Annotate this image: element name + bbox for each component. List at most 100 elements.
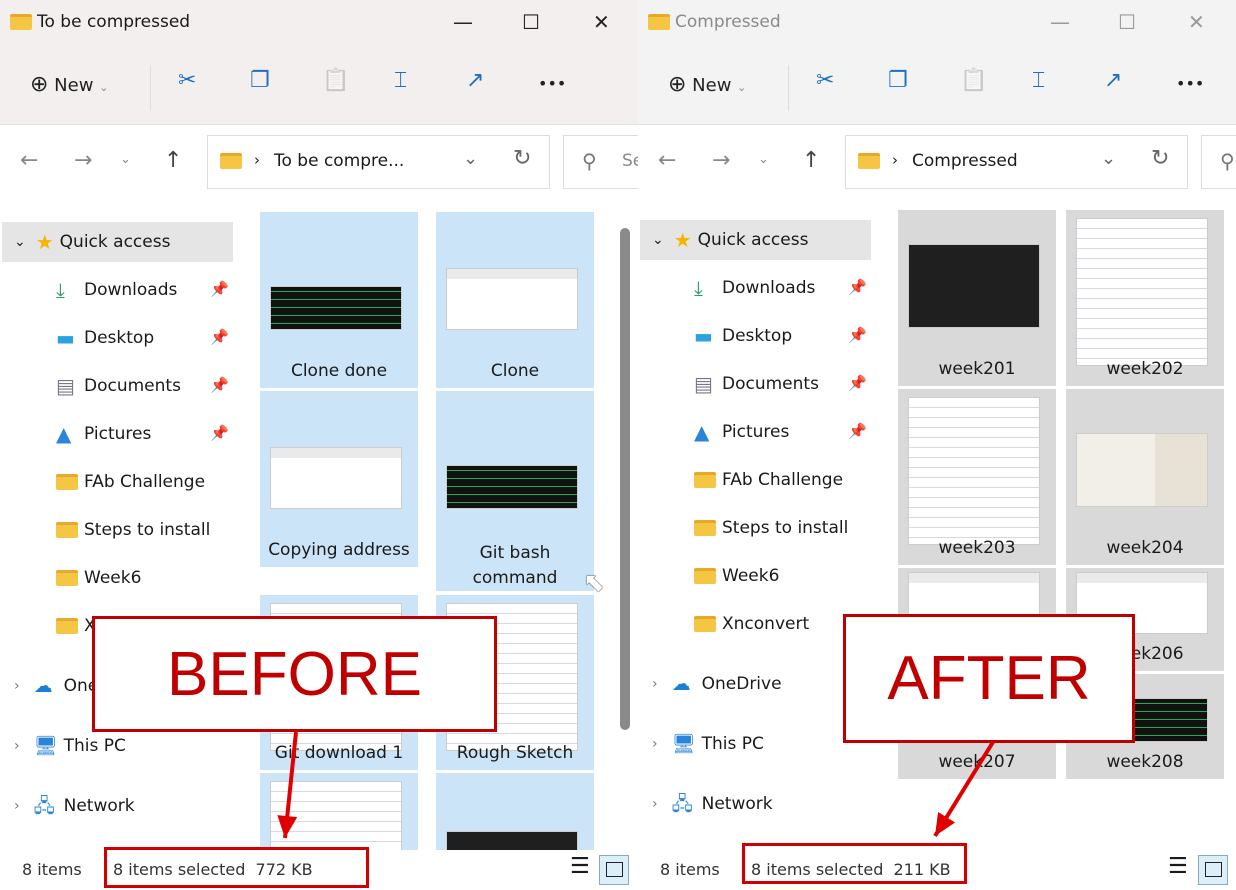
share-icon: ↗	[1104, 68, 1123, 93]
address-bar[interactable]: › To be compre... ⌄ ↻	[207, 135, 550, 189]
share-button[interactable]: ↗	[466, 68, 484, 93]
nav-folder-3[interactable]: Xnconvert	[694, 604, 809, 644]
vertical-scrollbar[interactable]	[620, 228, 630, 730]
nav-label: Network	[701, 794, 773, 814]
details-view-button[interactable]: ☰	[570, 854, 590, 879]
folder-icon	[56, 618, 78, 634]
file-name: week202	[1106, 359, 1184, 379]
refresh-icon[interactable]: ↻	[513, 146, 531, 171]
download-icon: ⤓	[694, 276, 703, 300]
nav-quick-access[interactable]: ⌄ ★ Quick access	[640, 220, 871, 260]
tiles-view-button[interactable]	[1198, 855, 1228, 885]
desktop-icon: ▬	[694, 324, 713, 348]
refresh-icon[interactable]: ↻	[1151, 146, 1169, 171]
details-view-button[interactable]: ☰	[1168, 854, 1188, 879]
nav-label: Documents	[84, 376, 181, 396]
nav-desktop[interactable]: ▬ Desktop	[694, 316, 792, 356]
desktop-icon: ▬	[56, 326, 75, 350]
file-tile[interactable]: Git bash command	[436, 391, 594, 591]
file-name: Git bash command	[472, 543, 558, 588]
nav-onedrive[interactable]: › ☁ OneDrive	[652, 664, 782, 704]
star-icon: ★	[35, 230, 54, 254]
nav-network[interactable]: › 🖧 Network	[14, 786, 135, 826]
file-tile[interactable]	[436, 773, 594, 890]
search-box[interactable]: ⚲	[1201, 135, 1236, 189]
file-tile[interactable]: week202	[1066, 210, 1224, 386]
nav-label: Steps to install	[84, 520, 211, 540]
nav-folder-2[interactable]: Week6	[694, 556, 779, 596]
thumbnail-screenshot	[270, 447, 402, 509]
share-button[interactable]: ↗	[1104, 68, 1122, 93]
nav-documents[interactable]: ▤ Documents	[56, 366, 181, 406]
nav-network[interactable]: › 🖧 Network	[652, 784, 773, 824]
pin-icon: 📌	[210, 376, 229, 394]
nav-label: Documents	[722, 374, 819, 394]
file-tile[interactable]: Copying address	[260, 391, 418, 567]
more-button[interactable]: •••	[1176, 74, 1204, 93]
rename-icon: ⌶	[394, 68, 408, 93]
file-tile[interactable]: week204	[1066, 389, 1224, 565]
nav-folder-1[interactable]: Steps to install	[694, 508, 848, 548]
copy-button[interactable]: ❐	[250, 68, 270, 93]
nav-label: FAb Challenge	[84, 472, 206, 492]
nav-downloads[interactable]: ⤓ Downloads	[56, 270, 177, 310]
documents-icon: ▤	[694, 372, 713, 396]
file-tile[interactable]	[260, 773, 418, 890]
close-button[interactable]: ✕	[593, 10, 610, 34]
minimize-button[interactable]: —	[453, 10, 473, 34]
thumbnail-sketch	[908, 397, 1040, 545]
navigation-pane: ⌄ ★ Quick access ⤓ Downloads 📌 ▬ Desktop 📌 ▤ Docum…	[638, 0, 873, 850]
pin-icon: 📌	[210, 280, 229, 298]
search-box[interactable]: ⚲ Se	[563, 135, 638, 189]
file-name: week204	[1106, 538, 1184, 558]
file-tile[interactable]: week201	[898, 210, 1056, 386]
mouse-cursor-icon: ⬉	[583, 568, 605, 598]
rename-button[interactable]: ⌶	[394, 68, 407, 93]
paste-button[interactable]: 📋	[960, 68, 987, 93]
address-bar[interactable]: › Compressed ⌄ ↻	[845, 135, 1188, 189]
nav-this-pc[interactable]: › 🖥 This PC	[14, 726, 126, 766]
more-button[interactable]: •••	[538, 74, 566, 93]
minimize-button[interactable]: —	[1050, 10, 1070, 34]
pin-icon: 📌	[848, 326, 867, 344]
address-dropdown-icon[interactable]: ⌄	[463, 148, 478, 169]
paste-button[interactable]: 📋	[322, 68, 349, 93]
folder-icon	[56, 474, 78, 490]
list-icon: ☰	[570, 854, 590, 879]
file-name: Git download 1	[274, 743, 404, 763]
rename-button[interactable]: ⌶	[1032, 68, 1045, 93]
explorer-window-left: To be compressed — ☐ ✕ ⊕ New ⌄ ✂ ❐ 📋 ⌶ ↗ ••• ← → ⌄ ↑ › T…	[0, 0, 638, 890]
nav-folder-2[interactable]: Week6	[56, 558, 141, 598]
maximize-button[interactable]: ☐	[1118, 10, 1136, 34]
nav-documents[interactable]: ▤ Documents	[694, 364, 819, 404]
nav-folder-0[interactable]: FAb Challenge	[694, 460, 843, 500]
close-button[interactable]: ✕	[1188, 10, 1205, 34]
rename-icon: ⌶	[1032, 68, 1046, 93]
thumbnail-terminal	[270, 286, 402, 330]
address-dropdown-icon[interactable]: ⌄	[1101, 148, 1116, 169]
nav-label: Xnconvert	[722, 614, 810, 634]
nav-label: OneDrive	[701, 674, 782, 694]
nav-label: Network	[63, 796, 135, 816]
breadcrumb-chevron-icon: ›	[892, 151, 898, 169]
nav-label: Quick access	[59, 232, 171, 252]
search-icon: ⚲	[582, 149, 597, 173]
nav-desktop[interactable]: ▬ Desktop	[56, 318, 154, 358]
file-tile[interactable]: week203	[898, 389, 1056, 565]
nav-this-pc[interactable]: › 🖥 This PC	[652, 724, 764, 764]
maximize-button[interactable]: ☐	[522, 10, 540, 34]
nav-folder-1[interactable]: Steps to install	[56, 510, 210, 550]
file-tile[interactable]: Clone	[436, 212, 594, 388]
tiles-view-button[interactable]	[599, 855, 629, 885]
folder-icon	[694, 520, 716, 536]
chevron-right-icon: ›	[652, 676, 658, 692]
file-tile[interactable]: Clone done	[260, 212, 418, 388]
address-text: To be compre...	[274, 151, 405, 171]
nav-downloads[interactable]: ⤓ Downloads	[694, 268, 815, 308]
nav-folder-0[interactable]: FAb Challenge	[56, 462, 205, 502]
copy-icon: ❐	[250, 68, 270, 93]
nav-pictures[interactable]: ▲ Pictures	[694, 412, 789, 452]
nav-quick-access[interactable]: ⌄ ★ Quick access	[2, 222, 233, 262]
nav-pictures[interactable]: ▲ Pictures	[56, 414, 151, 454]
copy-button[interactable]: ❐	[888, 68, 908, 93]
